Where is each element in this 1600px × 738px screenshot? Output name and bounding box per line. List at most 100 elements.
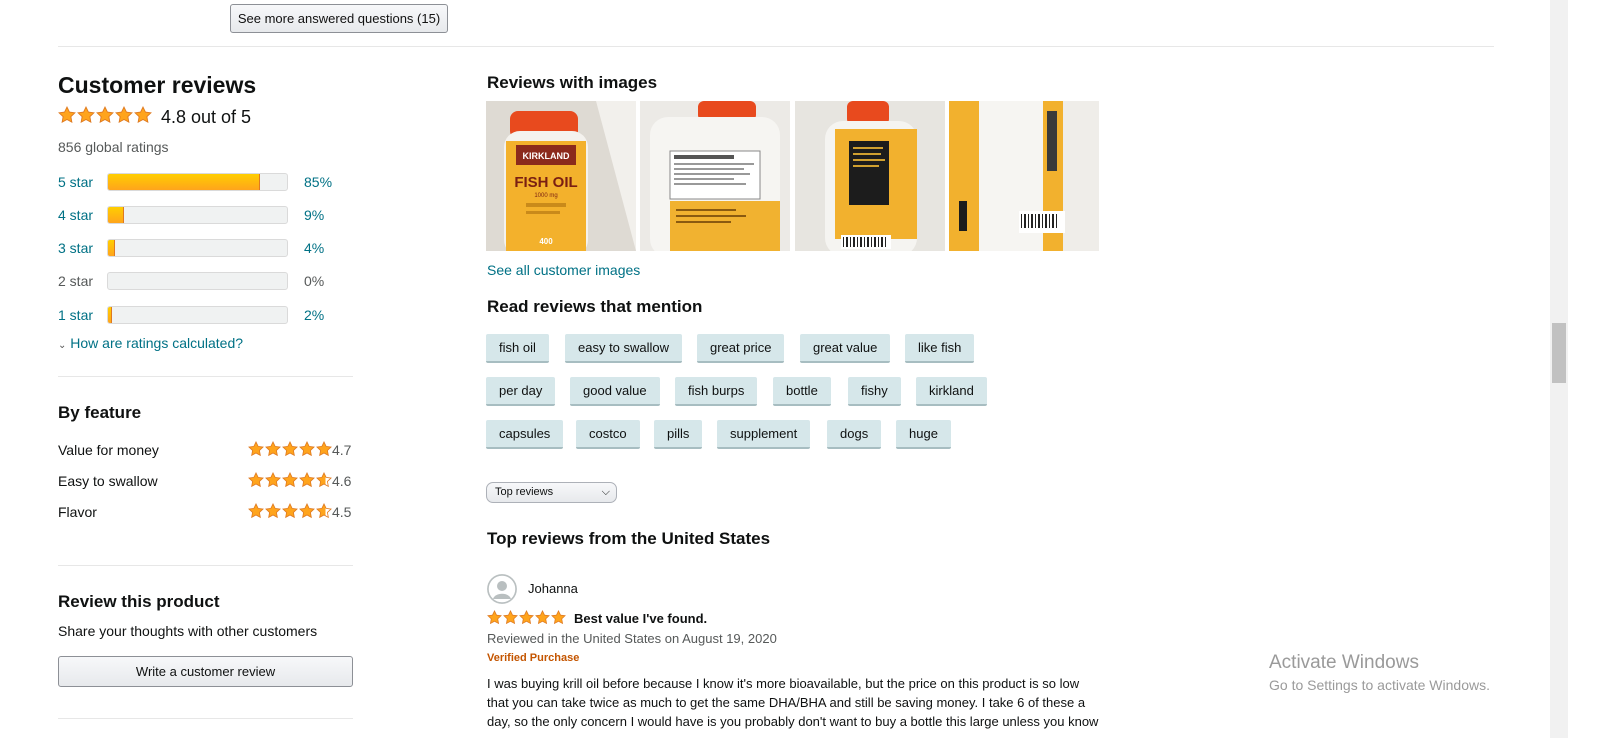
star-icon [535, 610, 550, 625]
by-feature-title: By feature [58, 403, 142, 422]
chevron-down-icon: ⌵ [601, 486, 610, 498]
mention-chip[interactable]: good value [570, 377, 660, 406]
review-image-thumbnail[interactable] [640, 101, 790, 251]
star-icon [248, 503, 264, 519]
overall-rating-stars [58, 106, 152, 124]
feature-value: 4.6 [332, 473, 352, 489]
review-body-line: I was buying krill oil before because I … [487, 676, 1080, 691]
overall-rating-text: 4.8 out of 5 [161, 107, 252, 127]
star-icon [265, 503, 281, 519]
feature-name: Flavor [58, 504, 97, 520]
star-icon [316, 441, 332, 457]
star-icon [282, 441, 298, 457]
review-headline[interactable]: Best value I've found. [574, 611, 707, 626]
histogram-percent[interactable]: 2% [304, 307, 324, 323]
mention-chip[interactable]: fish oil [486, 334, 549, 363]
left-divider [58, 376, 353, 377]
review-stars[interactable] [487, 610, 566, 625]
see-more-questions-button[interactable]: See more answered questions (15) [230, 4, 448, 33]
scrollbar-thumb[interactable] [1552, 323, 1566, 383]
mention-chip[interactable]: pills [654, 420, 703, 449]
review-image-thumbnail[interactable] [795, 101, 945, 251]
mention-chip[interactable]: supplement [717, 420, 811, 449]
mention-chip[interactable]: huge [896, 420, 951, 449]
mention-chip[interactable]: fish burps [675, 377, 758, 406]
review-author[interactable]: Johanna [528, 581, 578, 596]
star-icon [299, 441, 315, 457]
top-reviews-title: Top reviews from the United States [487, 529, 771, 548]
review-product-title: Review this product [58, 592, 220, 611]
histogram-bar[interactable] [107, 306, 288, 324]
feature-value: 4.7 [332, 442, 352, 458]
feature-row: Value for money 4.7 [58, 440, 354, 460]
histogram-bar[interactable] [107, 206, 288, 224]
histogram-row-3[interactable]: 3 star 4% [58, 238, 348, 258]
write-review-button[interactable]: Write a customer review [58, 656, 353, 687]
left-divider [58, 718, 353, 719]
histogram-label: 2 star [58, 273, 94, 289]
mention-chip[interactable]: costco [576, 420, 640, 449]
section-divider [58, 46, 1494, 47]
feature-row: Flavor 4.5 [58, 502, 354, 522]
star-icon [248, 472, 264, 488]
histogram-row-4[interactable]: 4 star 9% [58, 205, 348, 225]
histogram-label[interactable]: 1 star [58, 307, 93, 323]
histogram-label[interactable]: 5 star [58, 174, 93, 190]
histogram-label[interactable]: 4 star [58, 207, 93, 223]
avatar [487, 574, 517, 604]
bottle-side-image [949, 101, 1099, 251]
mention-chip[interactable]: easy to swallow [565, 334, 683, 363]
bottle-dose-text: 1000 mg [534, 193, 557, 199]
histogram-bar[interactable] [107, 239, 288, 257]
user-avatar-icon [487, 574, 517, 604]
review-date: Reviewed in the United States on August … [487, 631, 777, 646]
histogram-label[interactable]: 3 star [58, 240, 93, 256]
star-icon [503, 610, 518, 625]
mention-chip[interactable]: great value [800, 334, 891, 363]
star-icon [519, 610, 534, 625]
review-image-thumbnail[interactable] [949, 101, 1099, 251]
review-product-subtitle: Share your thoughts with other customers [58, 623, 318, 639]
mention-chip[interactable]: capsules [486, 420, 564, 449]
star-icon [58, 106, 76, 124]
histogram-fill [108, 240, 116, 256]
star-icon [115, 106, 133, 124]
review-body: I was buying krill oil before because I … [487, 674, 1187, 731]
histogram-row-1[interactable]: 1 star 2% [58, 305, 348, 325]
mention-chip[interactable]: dogs [827, 420, 882, 449]
how-ratings-calculated-label: How are ratings calculated? [70, 335, 244, 351]
star-icon [248, 441, 264, 457]
histogram-percent[interactable]: 9% [304, 207, 324, 223]
customer-reviews-title: Customer reviews [58, 72, 257, 98]
star-icon [551, 610, 566, 625]
mention-chip[interactable]: great price [697, 334, 785, 363]
mention-chip[interactable]: like fish [905, 334, 975, 363]
histogram-percent[interactable]: 85% [304, 174, 332, 190]
star-icon [282, 472, 298, 488]
sort-selected-value: Top reviews [495, 486, 554, 498]
fish-oil-bottle-image: KIRKLAND FISH OIL 1000 mg 400 [486, 101, 636, 251]
histogram-percent[interactable]: 4% [304, 240, 324, 256]
how-ratings-calculated-link[interactable]: ⌄ How are ratings calculated? [58, 335, 243, 351]
feature-stars [248, 472, 332, 488]
mention-chip[interactable]: kirkland [916, 377, 987, 406]
sort-reviews-select[interactable]: Top reviews ⌵ [486, 482, 617, 503]
star-icon [134, 106, 152, 124]
histogram-fill [108, 207, 125, 223]
see-all-images-link[interactable]: See all customer images [487, 262, 640, 278]
activate-windows-title: Activate Windows [1269, 652, 1419, 673]
mention-chip[interactable]: per day [486, 377, 556, 406]
mention-chip[interactable]: bottle [773, 377, 831, 406]
histogram-bar[interactable] [107, 173, 288, 191]
histogram-row-5[interactable]: 5 star 85% [58, 172, 348, 192]
star-icon [487, 610, 502, 625]
star-icon [299, 472, 315, 488]
star-half-icon [316, 503, 332, 519]
histogram-bar [107, 272, 288, 290]
global-ratings-count: 856 global ratings [58, 139, 169, 155]
mention-chip[interactable]: fishy [848, 377, 901, 406]
feature-value: 4.5 [332, 504, 352, 520]
star-icon [282, 503, 298, 519]
feature-stars [248, 503, 332, 519]
review-image-thumbnail[interactable]: KIRKLAND FISH OIL 1000 mg 400 [486, 101, 636, 251]
